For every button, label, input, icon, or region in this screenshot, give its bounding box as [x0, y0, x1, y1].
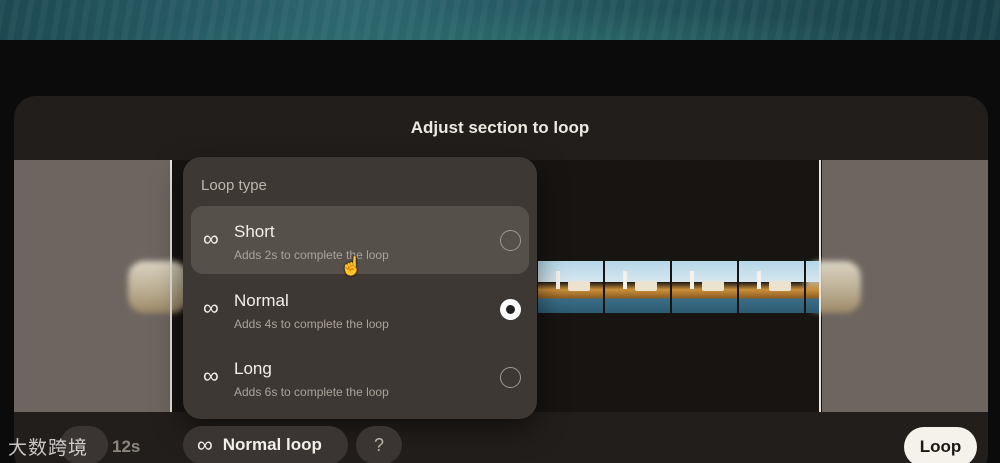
loop-option-long[interactable]: ∞ Long Adds 6s to complete the loop	[191, 343, 529, 411]
infinity-icon: ∞	[203, 363, 219, 388]
duration-label: 12s	[112, 437, 141, 456]
loop-option-description: Adds 4s to complete the loop	[234, 317, 389, 331]
loop-option-description: Adds 6s to complete the loop	[234, 385, 389, 399]
trim-handle-right[interactable]	[819, 160, 821, 412]
video-preview	[0, 0, 1000, 40]
timeline-filmstrip	[538, 261, 820, 313]
filmstrip-frame	[672, 261, 739, 313]
hand-cursor-icon: ☝	[340, 256, 363, 276]
help-button[interactable]: ?	[356, 426, 402, 463]
loop-type-button[interactable]: ∞ Normal loop	[183, 426, 348, 463]
loop-option-radio[interactable]	[500, 230, 521, 251]
filmstrip-frame	[739, 261, 806, 313]
loop-option-radio[interactable]	[500, 367, 521, 388]
loop-type-menu: Loop type ∞ Short Adds 2s to complete th…	[183, 157, 537, 419]
loop-option-label: Normal	[234, 291, 289, 310]
infinity-icon: ∞	[197, 432, 213, 457]
help-icon: ?	[373, 434, 384, 455]
loop-option-description: Adds 2s to complete the loop	[234, 248, 389, 262]
loop-type-menu-title: Loop type	[201, 177, 267, 194]
loop-button[interactable]: Loop	[904, 427, 977, 463]
watermark-logo: 大数跨境	[8, 438, 89, 459]
loop-type-button-label: Normal loop	[222, 435, 322, 454]
panel-title: Adjust section to loop	[410, 118, 590, 137]
infinity-icon: ∞	[203, 295, 219, 320]
filmstrip-frame	[538, 261, 605, 313]
trim-handle-left[interactable]	[170, 160, 172, 412]
infinity-icon: ∞	[203, 226, 219, 251]
loop-option-radio-selected[interactable]	[500, 299, 521, 320]
filmstrip-frame	[605, 261, 672, 313]
loop-option-normal[interactable]: ∞ Normal Adds 4s to complete the loop	[191, 275, 529, 343]
loop-option-label: Short	[234, 222, 275, 241]
filmstrip-frame	[806, 261, 820, 313]
timeline-thumbnail-blur-left	[128, 261, 188, 313]
loop-option-label: Long	[234, 359, 272, 378]
